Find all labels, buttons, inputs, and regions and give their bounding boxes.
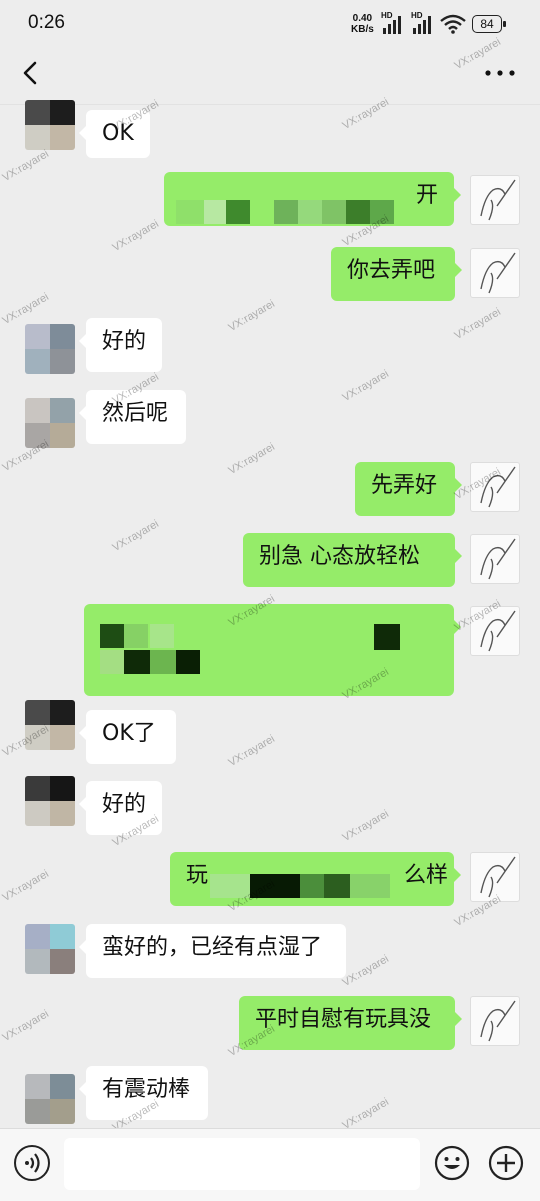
watermark: VX:rayarei (110, 517, 161, 555)
incoming-message-bubble[interactable]: 有震动棒 (79, 1066, 208, 1120)
message-text: OK (102, 121, 134, 146)
watermark: VX:rayarei (0, 1007, 51, 1045)
my-avatar[interactable] (470, 248, 520, 298)
emoji-icon[interactable] (434, 1145, 470, 1181)
message-text: 好的 (102, 329, 147, 354)
message-text: 平时自慰有玩具没 (255, 1007, 432, 1032)
watermark: VX:rayarei (452, 305, 503, 343)
my-avatar[interactable] (470, 462, 520, 512)
my-avatar[interactable] (470, 996, 520, 1046)
watermark: VX:rayarei (340, 95, 391, 133)
watermark: VX:rayarei (0, 867, 51, 905)
incoming-message-bubble[interactable]: 好的 (79, 318, 162, 372)
outgoing-message-bubble[interactable]: 别急 心态放轻松 (243, 533, 462, 587)
input-bar (0, 1128, 540, 1201)
incoming-message-bubble[interactable]: OK了 (79, 710, 176, 764)
my-avatar[interactable] (470, 175, 520, 225)
message-text: 好的 (102, 792, 147, 817)
contact-avatar[interactable] (25, 700, 75, 750)
incoming-message-bubble[interactable]: OK (79, 110, 150, 158)
watermark: VX:rayarei (340, 367, 391, 405)
watermark: VX:rayarei (340, 1095, 391, 1133)
message-text: 别急 心态放轻松 (259, 544, 420, 569)
watermark: VX:rayarei (226, 440, 277, 478)
watermark: VX:rayarei (226, 732, 277, 770)
plus-icon[interactable] (488, 1145, 524, 1181)
contact-avatar[interactable] (25, 924, 75, 974)
contact-avatar[interactable] (25, 100, 75, 150)
outgoing-message-bubble[interactable]: 先弄好 (355, 462, 462, 516)
message-text: 么样 (404, 863, 449, 888)
watermark: VX:rayarei (0, 290, 51, 328)
watermark: VX:rayarei (340, 952, 391, 990)
contact-avatar[interactable] (25, 324, 75, 374)
message-input[interactable] (64, 1138, 420, 1190)
contact-avatar[interactable] (25, 1074, 75, 1124)
watermark: VX:rayarei (452, 35, 503, 73)
watermark: VX:rayarei (340, 807, 391, 845)
message-text: 你去弄吧 (347, 258, 436, 283)
chat-area[interactable]: OK 开 你去弄吧 好的 然后呢 先弄好 别急 心态放轻松 OK了 好的 玩 么… (0, 0, 540, 1134)
watermark: VX:rayarei (226, 297, 277, 335)
message-text: 有震动棒 (102, 1077, 191, 1102)
my-avatar[interactable] (470, 852, 520, 902)
outgoing-message-bubble[interactable]: 平时自慰有玩具没 (239, 996, 462, 1050)
message-text: 开 (415, 183, 438, 208)
message-prefix-text: 玩 (186, 863, 209, 888)
message-text: 然后呢 (102, 401, 169, 426)
my-avatar[interactable] (470, 534, 520, 584)
incoming-message-bubble[interactable]: 然后呢 (79, 390, 186, 444)
contact-avatar[interactable] (25, 776, 75, 826)
contact-avatar[interactable] (25, 398, 75, 448)
message-text: 蛮好的，已经有点湿了 (102, 935, 323, 960)
incoming-message-bubble[interactable]: 蛮好的，已经有点湿了 (79, 924, 346, 978)
incoming-message-bubble[interactable]: 好的 (79, 781, 162, 835)
voice-icon[interactable] (14, 1145, 50, 1181)
my-avatar[interactable] (470, 606, 520, 656)
message-text: 先弄好 (371, 473, 438, 498)
message-text: OK了 (102, 721, 156, 746)
watermark: VX:rayarei (110, 217, 161, 255)
watermark: VX:rayarei (0, 147, 51, 185)
outgoing-message-bubble[interactable]: 你去弄吧 (331, 247, 462, 301)
